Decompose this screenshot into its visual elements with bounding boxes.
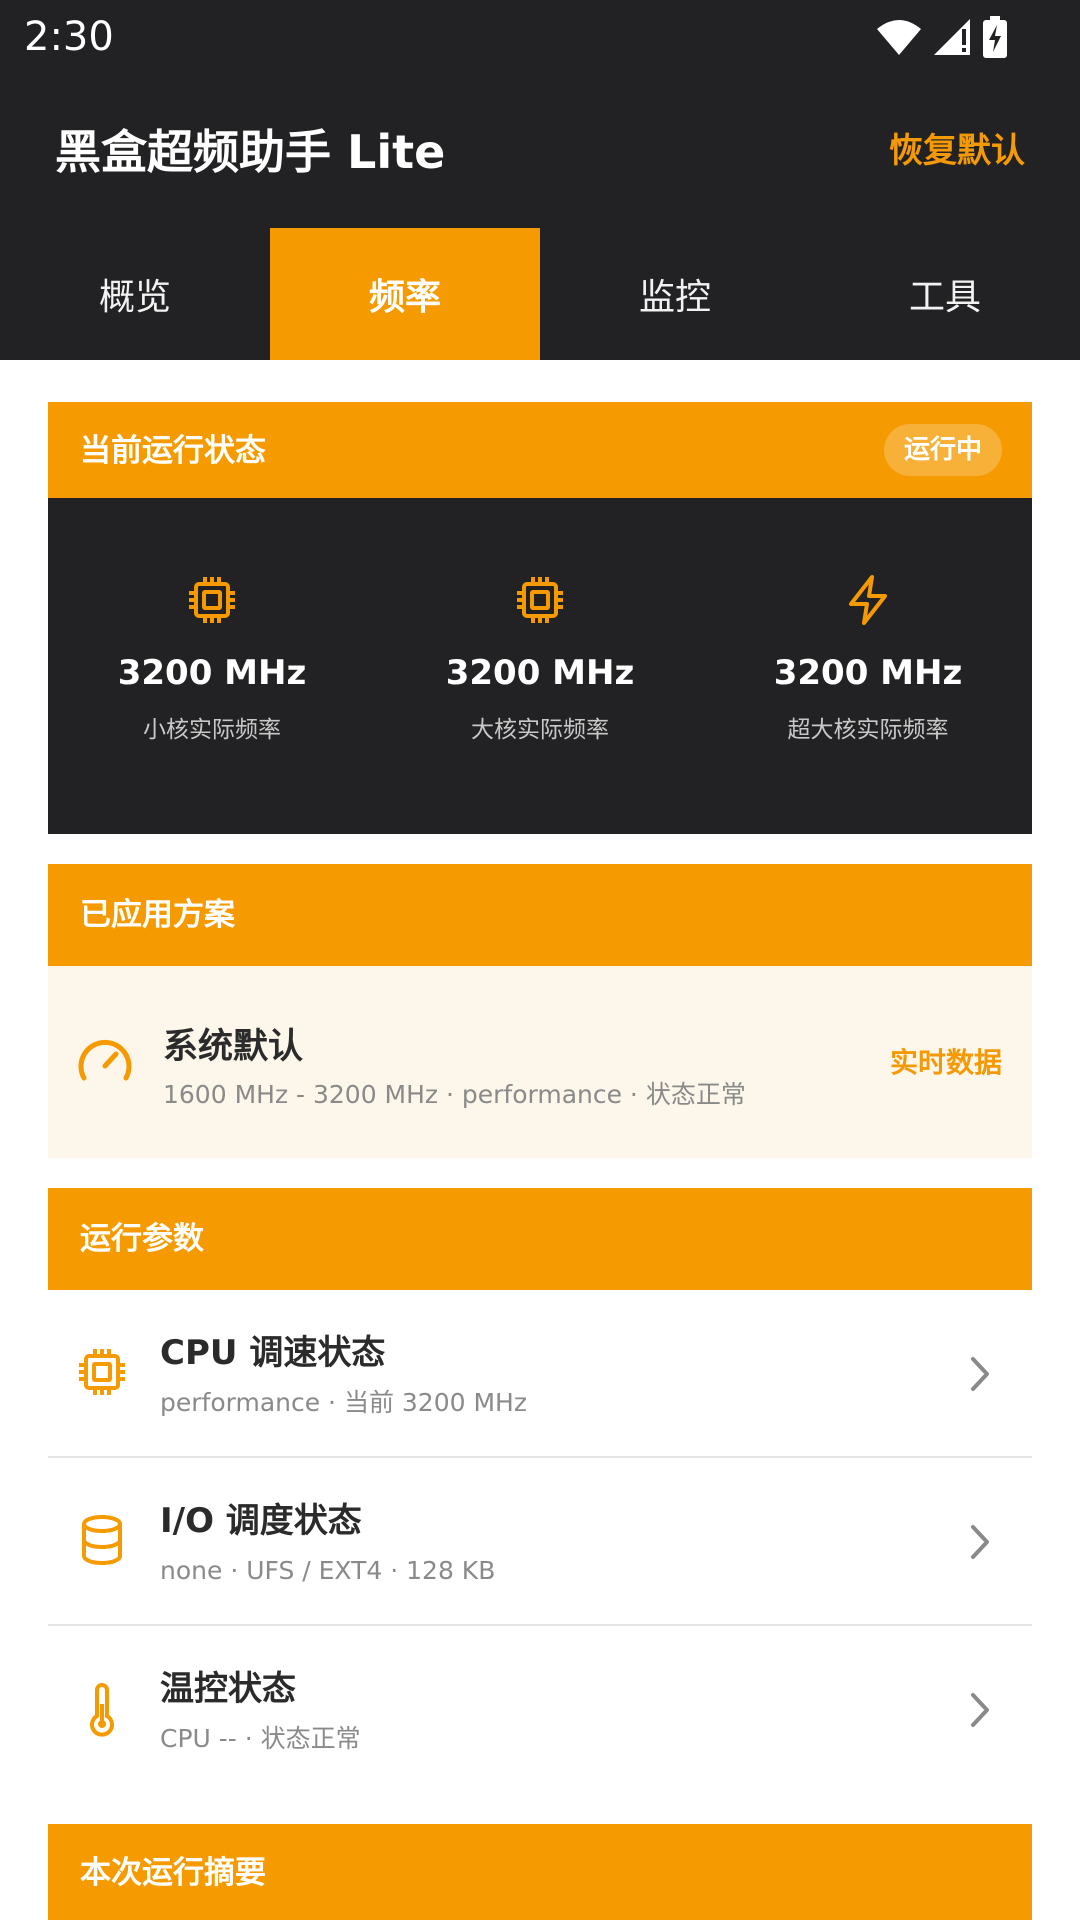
summary-card-header: 本次运行摘要 xyxy=(48,1824,1032,1920)
status-card-title: 当前运行状态 xyxy=(80,433,266,469)
applied-plan-card: 已应用方案 系统默认 1600 MHz - 3200 MHz · perform… xyxy=(48,864,1032,1158)
app-title: 黑盒超频助手 Lite xyxy=(55,125,446,179)
tab-frequency[interactable]: 频率 xyxy=(270,228,540,360)
realtime-data-link[interactable]: 实时数据 xyxy=(890,1044,1002,1082)
io-scheduler-title: I/O 调度状态 xyxy=(160,1501,362,1541)
cpu-governor-title: CPU 调速状态 xyxy=(160,1333,386,1373)
prime-core-frequency: 3200 MHz xyxy=(773,653,963,693)
chip-icon xyxy=(189,577,235,623)
summary-card: 本次运行摘要 xyxy=(48,1824,1032,1920)
io-scheduler-row[interactable]: I/O 调度状态 none · UFS / EXT4 · 128 KB xyxy=(48,1458,1032,1626)
battery-charging-icon xyxy=(983,16,1007,58)
prime-core-label: 超大核实际频率 xyxy=(787,717,949,743)
params-card: 运行参数 CPU 调速状态 performance · 当前 3200 MHz … xyxy=(48,1188,1032,1794)
thermal-detail: CPU -- · 状态正常 xyxy=(160,1724,361,1753)
signal-icon xyxy=(934,19,970,55)
chevron-right-icon xyxy=(971,1525,989,1559)
summary-card-title: 本次运行摘要 xyxy=(80,1855,266,1891)
cpu-governor-detail: performance · 当前 3200 MHz xyxy=(160,1388,527,1417)
status-card-header: 当前运行状态 运行中 xyxy=(48,402,1032,498)
little-core-stat: 3200 MHz 小核实际频率 xyxy=(48,498,376,834)
applied-plan-item[interactable]: 系统默认 1600 MHz - 3200 MHz · performance ·… xyxy=(48,966,1032,1158)
big-core-frequency: 3200 MHz xyxy=(445,653,635,693)
plan-detail: 1600 MHz - 3200 MHz · performance · 状态正常 xyxy=(163,1080,746,1109)
status-bar: 2:30 xyxy=(0,0,1080,74)
applied-plan-title: 已应用方案 xyxy=(80,897,235,933)
thermometer-icon xyxy=(90,1683,114,1737)
chip-icon xyxy=(517,577,563,623)
plan-name: 系统默认 xyxy=(163,1027,304,1067)
database-icon xyxy=(82,1515,122,1565)
params-card-header: 运行参数 xyxy=(48,1188,1032,1290)
wifi-icon xyxy=(877,20,921,55)
big-core-stat: 3200 MHz 大核实际频率 xyxy=(376,498,704,834)
tab-bar: 概览 频率 监控 工具 xyxy=(0,228,1080,360)
status-card: 当前运行状态 运行中 3200 MHz 小核实际频率 3200 MHz 大核实际… xyxy=(48,402,1032,834)
tab-tools[interactable]: 工具 xyxy=(810,228,1080,360)
thermal-title: 温控状态 xyxy=(160,1669,296,1709)
system-icons xyxy=(876,14,1008,60)
status-badge: 运行中 xyxy=(883,424,1002,476)
big-core-label: 大核实际频率 xyxy=(471,717,609,743)
params-card-title: 运行参数 xyxy=(80,1221,204,1257)
thermal-row[interactable]: 温控状态 CPU -- · 状态正常 xyxy=(48,1626,1032,1794)
app-bar: 黑盒超频助手 Lite 恢复默认 xyxy=(0,74,1080,228)
cpu-governor-row[interactable]: CPU 调速状态 performance · 当前 3200 MHz xyxy=(48,1290,1032,1458)
tab-monitor[interactable]: 监控 xyxy=(540,228,810,360)
little-core-frequency: 3200 MHz xyxy=(117,653,307,693)
frequency-panel: 3200 MHz 小核实际频率 3200 MHz 大核实际频率 3200 MHz… xyxy=(48,498,1032,834)
restore-default-button[interactable]: 恢复默认 xyxy=(889,128,1025,174)
speedometer-icon xyxy=(78,1039,132,1081)
status-time: 2:30 xyxy=(24,14,114,60)
bolt-icon xyxy=(849,575,887,625)
chevron-right-icon xyxy=(971,1693,989,1727)
applied-plan-header: 已应用方案 xyxy=(48,864,1032,966)
tab-overview[interactable]: 概览 xyxy=(0,228,270,360)
chevron-right-icon xyxy=(971,1357,989,1391)
little-core-label: 小核实际频率 xyxy=(143,717,281,743)
chip-icon xyxy=(79,1349,125,1395)
prime-core-stat: 3200 MHz 超大核实际频率 xyxy=(704,498,1032,834)
io-scheduler-detail: none · UFS / EXT4 · 128 KB xyxy=(160,1556,496,1585)
